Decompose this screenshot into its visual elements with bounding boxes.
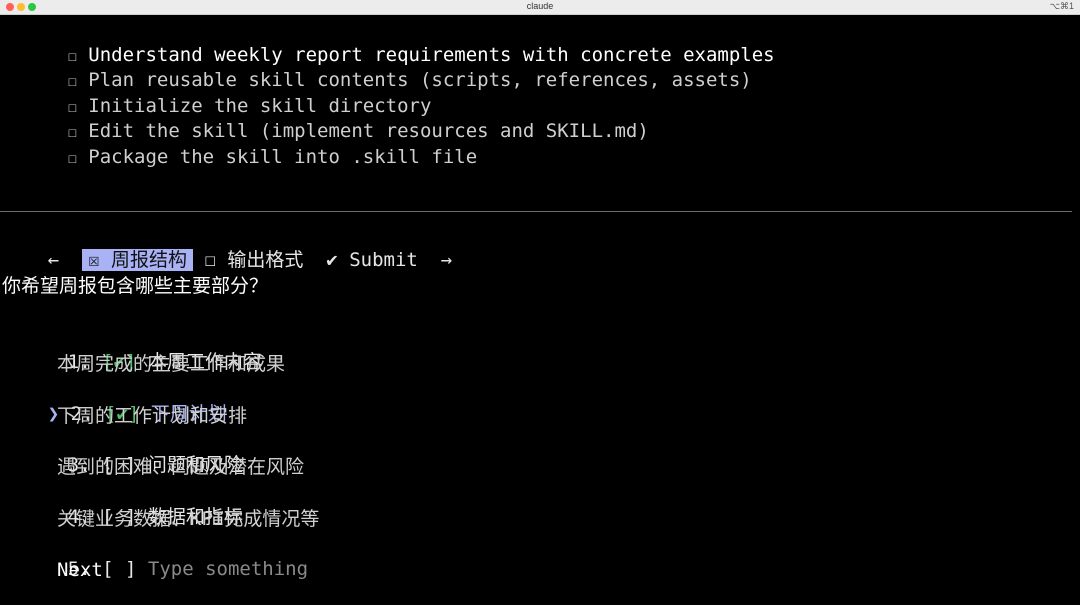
option-item-custom[interactable]: 5. [ ] Type something — [22, 533, 308, 580]
option-description: 遇到的困难、问题及潜在风险 — [57, 456, 305, 478]
tab-prev-arrow-icon[interactable]: ← — [48, 249, 59, 271]
next-button[interactable]: Next — [57, 558, 103, 582]
tab-checkbox-icon: ☒ — [88, 249, 100, 271]
tab-output-format[interactable]: ☐ 输出格式 — [204, 249, 303, 271]
option-item[interactable]: 4. [ ] 数据和指标 — [22, 481, 243, 528]
task-item: ☐ Initialize the skill directory — [22, 70, 432, 117]
tab-label: 周报结构 — [111, 249, 188, 271]
task-item: ☐ Edit the skill (implement resources an… — [22, 95, 649, 142]
tab-checkbox-icon: ☐ — [204, 249, 216, 271]
task-checkbox: ☐ — [67, 149, 77, 167]
option-description: 关键业务数据、KPI完成情况等 — [57, 508, 320, 530]
check-icon: ✔ — [326, 249, 338, 271]
task-item: ☐ Package the skill into .skill file — [22, 121, 477, 168]
tab-label: 输出格式 — [227, 249, 304, 271]
task-item: ☐ Plan reusable skill contents (scripts,… — [22, 44, 752, 91]
window-title: claude — [526, 1, 554, 11]
custom-option-input[interactable]: Type something — [148, 558, 308, 580]
option-description: 本周完成的主要工作和成果 — [57, 353, 286, 375]
tab-label: Submit — [349, 249, 418, 271]
question-text: 你希望周报包含哪些主要部分？ — [2, 275, 269, 297]
tab-bar: ← ☒ 周报结构 ☐ 输出格式 ✔ Submit → — [2, 224, 452, 271]
task-item: ☐ Understand weekly report requirements … — [22, 19, 775, 66]
terminal-view[interactable]: ☐ Understand weekly report requirements … — [0, 16, 1080, 595]
option-description: 下周的工作计划和安排 — [57, 405, 248, 427]
option-item[interactable]: 1. [✔] 本周工作内容 — [22, 326, 262, 373]
option-item-selected[interactable]: ❯ 2. [✔] 下周计划 — [2, 378, 227, 425]
tab-submit[interactable]: ✔ Submit — [326, 249, 418, 271]
tab-weekly-report-structure[interactable]: ☒ 周报结构 — [82, 249, 194, 271]
divider — [0, 211, 1072, 212]
task-label: Package the skill into .skill file — [88, 146, 478, 168]
option-checkbox[interactable]: [ ] — [102, 558, 136, 580]
option-item[interactable]: 3. [ ] 问题和风险 — [22, 429, 243, 476]
tab-next-arrow-icon[interactable]: → — [441, 249, 452, 271]
window-titlebar: claude ⌥⌘1 — [0, 0, 1080, 15]
window-shortcut: ⌥⌘1 — [1049, 1, 1074, 11]
